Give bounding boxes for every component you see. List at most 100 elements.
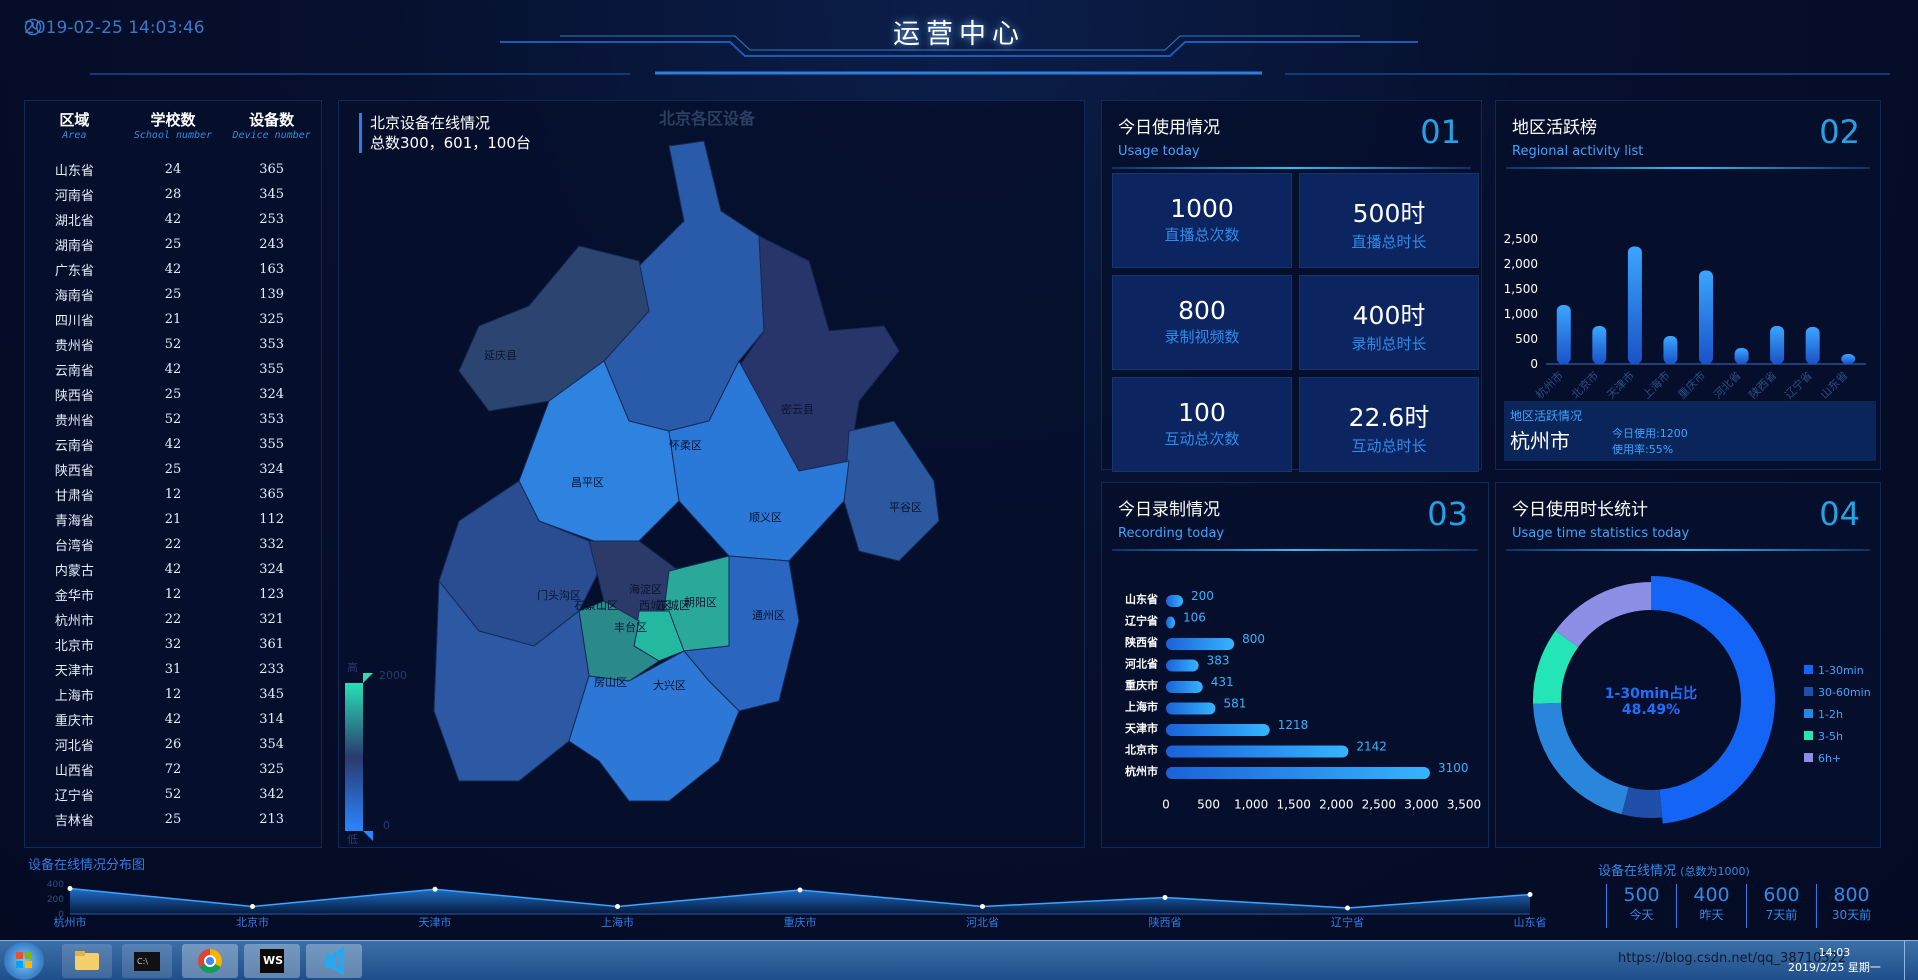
- table-row: 海南省 25 139: [25, 282, 321, 307]
- x-tick-label: 500: [1197, 798, 1220, 812]
- card-number: 04: [1819, 495, 1860, 533]
- cell-area: 北京市: [54, 639, 94, 654]
- card-title: 今日录制情况: [1118, 500, 1220, 520]
- table-row: 四川省 21 325: [25, 307, 321, 332]
- cell-school-count: 24: [164, 162, 182, 177]
- cell-device-count: 325: [259, 312, 285, 327]
- bar: [1166, 638, 1235, 650]
- cell-area: 贵州省: [54, 414, 94, 429]
- table-row: 辽宁省 52 342: [25, 782, 321, 807]
- y-tick-label: 1,000: [1504, 307, 1538, 321]
- legend-handle-top[interactable]: [363, 673, 373, 683]
- cell-school-count: 25: [164, 237, 182, 252]
- bar: [1166, 745, 1349, 758]
- beijing-map[interactable]: 延庆县 怀柔区 密云县 昌平区 顺义区 平谷区 门头沟区 海淀区 石景山区 西城…: [339, 101, 1086, 849]
- table-row: 上海市 12 345: [25, 682, 321, 707]
- data-point: [1162, 895, 1168, 900]
- cell-school-count: 32: [164, 637, 182, 652]
- label-fengtai: 丰台区: [614, 620, 647, 634]
- cell-device-count: 355: [259, 437, 285, 452]
- taskbar-webstorm-button[interactable]: WS: [244, 944, 300, 978]
- tray-clock[interactable]: 14:03 2019/2/25 星期一: [1788, 945, 1881, 975]
- stat-tile: 22.6时 互动总时长: [1299, 377, 1479, 472]
- table-row: 吉林省 25 213: [25, 807, 321, 832]
- cell-device-count: 123: [259, 587, 285, 602]
- donut-center-value: 48.49%: [1622, 702, 1680, 718]
- taskbar-terminal-button[interactable]: C:\: [122, 944, 172, 978]
- bar: [1734, 348, 1749, 364]
- label-yanqing: 延庆县: [484, 348, 517, 362]
- cell-device-count: 345: [259, 687, 285, 702]
- active-city: 杭州市: [1510, 429, 1570, 453]
- cell-area: 内蒙古: [54, 564, 94, 579]
- legend-label: 1-30min: [1818, 664, 1864, 677]
- cell-area: 上海市: [54, 689, 94, 704]
- table-row: 陕西省 25 324: [25, 457, 321, 482]
- duration-donut-chart[interactable]: 1-30min 30-60min 1-2h 3-5h 6h+ 1-30min占比48.49…: [1496, 555, 1882, 845]
- cell-area: 金华市: [54, 589, 94, 604]
- start-button[interactable]: [4, 942, 44, 980]
- x-tick-label: 北京市: [1568, 368, 1601, 401]
- cell-area: 四川省: [54, 314, 94, 329]
- x-tick-label: 天津市: [419, 915, 452, 929]
- card-title: 今日使用情况: [1118, 118, 1220, 138]
- legend-label: 1-2h: [1818, 708, 1843, 721]
- data-point: [797, 887, 803, 893]
- online-area-chart[interactable]: 4002000杭州市 北京市 天津市 上海市 重庆市 河北省 陕西省 辽宁省 山东省: [0, 866, 1560, 946]
- divider: [1506, 167, 1870, 169]
- recording-bar-chart[interactable]: 山东省 200 辽宁省 106 陕西省 800 河北省 383 重庆市 431 上海市 581 天津市 1…: [1102, 553, 1490, 843]
- bar: [1556, 305, 1571, 364]
- vscode-icon: [322, 946, 344, 976]
- visual-map-bar[interactable]: [345, 683, 363, 831]
- category-label: 河北省: [1125, 657, 1158, 671]
- cell-area: 云南省: [54, 439, 94, 454]
- folder-icon: [75, 951, 99, 970]
- legend-handle-bottom[interactable]: [363, 831, 373, 841]
- stat-tile: 500时 直播总时长: [1299, 173, 1479, 268]
- cell-area: 山东省: [54, 164, 94, 179]
- cell-school-count: 25: [164, 387, 182, 402]
- table-row: 甘肃省 12 365: [25, 482, 321, 507]
- bar: [1166, 616, 1176, 629]
- card-subtitle: Usage today: [1118, 144, 1200, 159]
- bar: [1627, 246, 1642, 364]
- cell-school-count: 42: [164, 212, 182, 227]
- card-number: 01: [1420, 113, 1461, 151]
- cell-device-count: 314: [259, 712, 285, 727]
- label-shijingshan: 石景山区: [574, 599, 618, 612]
- clock-icon: [24, 18, 42, 36]
- taskbar-explorer-button[interactable]: [62, 944, 112, 978]
- cell-area: 重庆市: [54, 714, 94, 729]
- data-label: 200: [1191, 589, 1214, 603]
- bar: [1805, 327, 1820, 364]
- webstorm-icon: WS: [260, 949, 284, 973]
- legend-min: 0: [383, 819, 390, 832]
- card-title: 今日使用时长统计: [1512, 500, 1648, 520]
- y-tick-label: 2,500: [1504, 232, 1538, 246]
- x-tick-label: 辽宁省: [1782, 368, 1815, 401]
- data-label: 800: [1242, 632, 1265, 646]
- cell-area: 海南省: [54, 289, 94, 304]
- bar: [1841, 354, 1856, 364]
- taskbar-vscode-button[interactable]: [306, 944, 362, 978]
- cell-school-count: 42: [164, 362, 182, 377]
- cell-device-count: 361: [259, 637, 285, 652]
- x-tick-label: 陕西省: [1149, 915, 1182, 929]
- page-title: 运营中心: [893, 19, 1025, 50]
- label-fangshan: 房山区: [594, 676, 627, 689]
- cell-school-count: 72: [164, 762, 182, 777]
- cell-area: 山西省: [54, 764, 94, 779]
- table-row: 广东省 42 163: [25, 257, 321, 282]
- table-row: 山西省 72 325: [25, 757, 321, 782]
- label-haidian: 海淀区: [629, 582, 662, 596]
- data-point: [250, 904, 255, 909]
- table-header: 区域 Area 学校数 School number 设备数 Device number: [25, 101, 321, 141]
- taskbar: C:\ WS https://blog.csdn.net/qq_38710522…: [0, 940, 1918, 980]
- taskbar-chrome-button[interactable]: [182, 944, 238, 978]
- legend-label: 30-60min: [1818, 686, 1871, 699]
- show-desktop-button[interactable]: [1904, 941, 1918, 980]
- y-tick-label: 400: [47, 880, 64, 890]
- x-tick-label: 杭州市: [54, 915, 87, 929]
- cell-device-count: 365: [259, 162, 285, 177]
- card-title: 地区活跃榜: [1512, 118, 1597, 138]
